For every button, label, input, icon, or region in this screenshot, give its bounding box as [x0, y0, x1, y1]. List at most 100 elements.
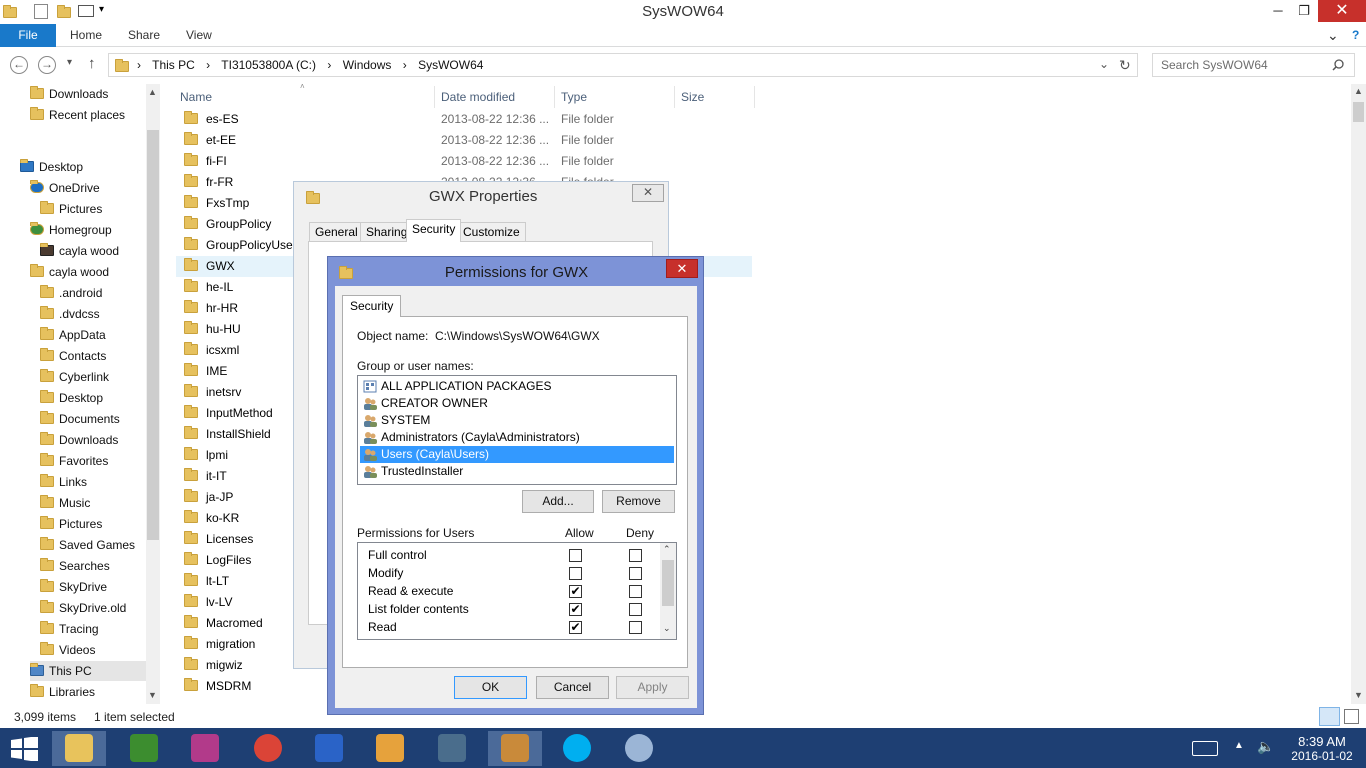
paint-icon[interactable]	[612, 731, 666, 766]
scroll-down-icon[interactable]: ⌄	[663, 623, 671, 634]
tab-customize[interactable]: Customize	[457, 222, 526, 242]
column-size[interactable]: Size	[681, 90, 704, 104]
nav-item[interactable]: OneDrive	[30, 178, 100, 198]
user-list-item[interactable]: Administrators (Cayla\Administrators)	[360, 429, 674, 446]
nav-item[interactable]: Saved Games	[40, 535, 135, 555]
nav-item[interactable]: SkyDrive.old	[40, 598, 126, 618]
volume-icon[interactable]: 🔈	[1257, 738, 1274, 755]
deny-checkbox[interactable]	[629, 585, 642, 598]
nav-item[interactable]: Libraries	[30, 682, 95, 702]
large-icons-view-icon[interactable]	[1344, 709, 1359, 724]
up-button[interactable]: ↑	[88, 55, 96, 72]
file-tab[interactable]: File	[0, 24, 56, 47]
allow-checkbox[interactable]: ✔	[569, 585, 582, 598]
start-button[interactable]	[11, 737, 39, 761]
nav-item[interactable]: Desktop	[40, 388, 103, 408]
address-dropdown-icon[interactable]: ⌄	[1099, 57, 1109, 71]
column-separator[interactable]	[554, 86, 555, 108]
refresh-icon[interactable]: ↻	[1119, 57, 1131, 74]
nav-item[interactable]: Documents	[40, 703, 120, 704]
add-button[interactable]: Add...	[522, 490, 594, 513]
nav-item[interactable]: SkyDrive	[40, 577, 107, 597]
recent-locations-icon[interactable]: ▾	[67, 57, 72, 68]
chrome-icon[interactable]	[241, 731, 295, 766]
allow-checkbox[interactable]: ✔	[569, 603, 582, 616]
ok-button[interactable]: OK	[454, 676, 527, 699]
user-list-item[interactable]: ALL APPLICATION PACKAGES	[360, 378, 674, 395]
apply-button[interactable]: Apply	[616, 676, 689, 699]
column-separator[interactable]	[674, 86, 675, 108]
library-icon[interactable]	[488, 731, 542, 766]
search-icon[interactable]	[1332, 59, 1344, 71]
search-input[interactable]: Search SysWOW64	[1152, 53, 1355, 77]
nav-item[interactable]: .dvdcss	[40, 304, 100, 324]
nav-item[interactable]: Recent places	[30, 105, 125, 125]
details-view-icon[interactable]	[1319, 707, 1340, 726]
tab-share[interactable]: Share	[128, 24, 160, 47]
deny-checkbox[interactable]	[629, 549, 642, 562]
column-type[interactable]: Type	[561, 90, 587, 104]
nav-item[interactable]: Documents	[40, 409, 120, 429]
file-explorer-icon[interactable]	[52, 731, 106, 766]
scroll-down-icon[interactable]: ▼	[1354, 690, 1363, 700]
scroll-up-icon[interactable]: ▲	[1354, 86, 1363, 96]
user-list-item[interactable]: Users (Cayla\Users)	[360, 446, 674, 463]
breadcrumb-drive[interactable]: TI31053800A (C:)	[221, 58, 316, 72]
file-row[interactable]: fi-FI 2013-08-22 12:36 ... File folder	[176, 151, 752, 172]
back-button[interactable]: ←	[10, 56, 28, 74]
nav-scroll-down-icon[interactable]: ▼	[148, 690, 157, 700]
nav-item[interactable]: Links	[40, 472, 87, 492]
nav-item[interactable]: AppData	[40, 325, 106, 345]
breadcrumb-windows[interactable]: Windows	[343, 58, 392, 72]
forward-button[interactable]: →	[38, 56, 56, 74]
tab-general[interactable]: General	[309, 222, 364, 242]
file-row[interactable]: es-ES 2013-08-22 12:36 ... File folder	[176, 109, 752, 130]
show-hidden-icons-icon[interactable]: ▲	[1234, 740, 1244, 751]
nav-item[interactable]: Videos	[40, 640, 95, 660]
malwarebytes-icon[interactable]	[302, 731, 356, 766]
remove-button[interactable]: Remove	[602, 490, 675, 513]
close-button[interactable]: ✕	[666, 259, 698, 278]
nav-item[interactable]: Tracing	[40, 619, 99, 639]
cancel-button[interactable]: Cancel	[536, 676, 609, 699]
nav-item[interactable]: Downloads	[30, 84, 108, 104]
keyboard-icon[interactable]	[1192, 741, 1218, 756]
nav-item[interactable]: Pictures	[40, 199, 102, 219]
maximize-button[interactable]: ❐	[1289, 0, 1319, 22]
nav-scroll-up-icon[interactable]: ▲	[148, 87, 157, 97]
help-icon[interactable]: ?	[1352, 24, 1359, 47]
file-list-scrollbar[interactable]	[1351, 84, 1366, 704]
close-button[interactable]: ✕	[1318, 0, 1366, 22]
file-row[interactable]: et-EE 2013-08-22 12:36 ... File folder	[176, 130, 752, 151]
column-separator[interactable]	[434, 86, 435, 108]
nav-item[interactable]: Cyberlink	[40, 367, 109, 387]
nav-item[interactable]: Downloads	[40, 430, 118, 450]
nav-item[interactable]: Favorites	[40, 451, 108, 471]
file-list-scrollbar-thumb[interactable]	[1353, 102, 1364, 122]
tab-view[interactable]: View	[186, 24, 212, 47]
tab-home[interactable]: Home	[70, 24, 102, 47]
nav-item[interactable]: .android	[40, 283, 102, 303]
nav-item[interactable]: cayla wood	[30, 262, 109, 282]
nav-item[interactable]: Searches	[40, 556, 110, 576]
media-icon[interactable]	[363, 731, 417, 766]
tab-security[interactable]: Security	[342, 295, 402, 317]
nav-item[interactable]: Desktop	[20, 157, 83, 177]
nav-item[interactable]: Contacts	[40, 346, 106, 366]
column-separator[interactable]	[754, 86, 755, 108]
allow-checkbox[interactable]: ✔	[569, 621, 582, 634]
address-bar[interactable]: › This PC › TI31053800A (C:) › Windows ›…	[108, 53, 1138, 77]
user-list-item[interactable]: SYSTEM	[360, 412, 674, 429]
column-date-modified[interactable]: Date modified	[441, 90, 515, 104]
permissions-scrollbar-thumb[interactable]	[662, 560, 674, 606]
close-button[interactable]: ✕	[632, 184, 664, 202]
ribbon-expand-icon[interactable]: ⌄	[1327, 24, 1339, 47]
deny-checkbox[interactable]	[629, 567, 642, 580]
writer-icon[interactable]	[117, 731, 171, 766]
user-list[interactable]: ALL APPLICATION PACKAGES CREATOR OWNER SYS…	[357, 375, 677, 485]
allow-checkbox[interactable]	[569, 567, 582, 580]
column-name[interactable]: Name	[180, 90, 212, 104]
user-list-item[interactable]: CREATOR OWNER	[360, 395, 674, 412]
scroll-up-icon[interactable]: ⌃	[663, 544, 671, 555]
tab-security[interactable]: Security	[406, 219, 462, 242]
